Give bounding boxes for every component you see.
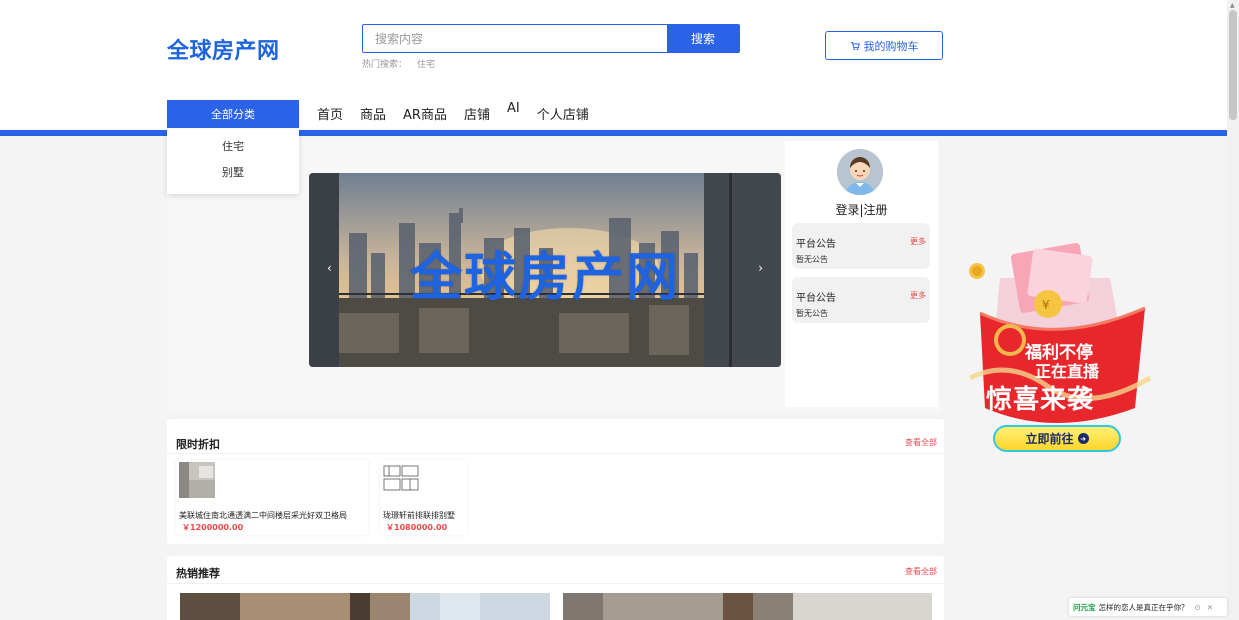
- svg-text:¥: ¥: [1042, 298, 1050, 312]
- nav-ar-products[interactable]: AR商品: [403, 104, 447, 123]
- category-dropdown: 住宅 别墅: [167, 129, 299, 194]
- chevron-left-icon[interactable]: ‹: [327, 261, 332, 275]
- ask-assistant-bar[interactable]: 问元宝 怎样的恋人是真正在乎你？ ⊙ ✕: [1069, 598, 1227, 616]
- notice-more-link[interactable]: 更多: [910, 290, 926, 301]
- chevron-right-icon[interactable]: ›: [758, 261, 763, 275]
- notice-title: 平台公告: [796, 293, 836, 304]
- nav-ai[interactable]: AI: [507, 101, 520, 120]
- close-icon[interactable]: ✕: [1207, 603, 1213, 612]
- view-all-link[interactable]: 查看全部: [905, 566, 937, 577]
- promo-red-envelope[interactable]: ¥ 福利不停 正在直播 惊喜来袭: [960, 238, 1160, 456]
- notice-empty-text: 暂无公告: [796, 255, 828, 264]
- search-button[interactable]: 搜索: [667, 25, 739, 52]
- nav-personal-shop[interactable]: 个人店铺: [537, 104, 589, 123]
- nav-products[interactable]: 商品: [360, 104, 386, 123]
- cart-button[interactable]: 我的购物车: [825, 31, 943, 60]
- page-scrollbar[interactable]: ▲: [1227, 0, 1239, 620]
- product-image[interactable]: [180, 593, 550, 620]
- notice-card: 平台公告 更多 暂无公告: [792, 277, 930, 323]
- main-nav: 首页 商品 AR商品 店铺 AI 个人店铺: [317, 101, 589, 123]
- banner-title: 全球房产网: [409, 248, 680, 308]
- product-card[interactable]: 美联城住南北通透满二中间楼层采光好双卫格局 ￥1200000.00: [176, 460, 368, 535]
- section-title: 限时折扣: [176, 438, 220, 451]
- product-name: 珑璟轩前排联排别墅: [383, 511, 455, 520]
- product-thumbnail: [179, 462, 215, 498]
- section-title: 热销推荐: [176, 567, 220, 580]
- notice-title: 平台公告: [796, 239, 836, 250]
- product-price: ￥1200000.00: [182, 523, 244, 532]
- search-bar: 搜索: [362, 24, 740, 53]
- hot-recommend-section: 热销推荐 查看全部: [167, 556, 944, 620]
- nav-shops[interactable]: 店铺: [464, 104, 490, 123]
- product-name: 美联城住南北通透满二中间楼层采光好双卫格局: [179, 511, 347, 520]
- cart-label: 我的购物车: [863, 39, 919, 53]
- nav-home[interactable]: 首页: [317, 104, 343, 123]
- section-divider: [167, 583, 944, 584]
- promo-button-label: 立即前往: [1025, 432, 1074, 446]
- arrow-right-icon: ➜: [1077, 433, 1089, 444]
- view-all-link[interactable]: 查看全部: [905, 437, 937, 448]
- cart-icon: [850, 41, 860, 50]
- category-item-villa[interactable]: 别墅: [167, 166, 299, 192]
- settings-icon[interactable]: ⊙: [1195, 603, 1201, 612]
- notice-more-link[interactable]: 更多: [910, 236, 926, 247]
- site-header: 全球房产网 搜索 热门搜索： 住宅 我的购物车 全部分类 首页 商品 AR商品 店…: [0, 0, 1227, 130]
- all-categories-button[interactable]: 全部分类: [167, 100, 299, 128]
- notice-card: 平台公告 更多 暂无公告: [792, 223, 930, 269]
- search-input[interactable]: [363, 25, 667, 52]
- hot-search-term[interactable]: 住宅: [417, 60, 435, 70]
- product-card[interactable]: 珑璟轩前排联排别墅 ￥1080000.00: [380, 460, 467, 535]
- hero-banner[interactable]: 全球房产网 ‹ ›: [309, 173, 781, 367]
- user-panel: 登录|注册 平台公告 更多 暂无公告 平台公告 更多 暂无公告: [785, 141, 938, 407]
- category-item-residential[interactable]: 住宅: [167, 140, 299, 166]
- product-price: ￥1080000.00: [386, 523, 448, 532]
- hot-search: 热门搜索： 住宅: [362, 57, 435, 70]
- site-logo[interactable]: 全球房产网: [167, 33, 280, 65]
- notice-empty-text: 暂无公告: [796, 309, 828, 318]
- promo-line-3: 惊喜来袭: [986, 385, 1095, 415]
- product-image[interactable]: [563, 593, 932, 620]
- scroll-up-icon[interactable]: ▲: [1230, 2, 1235, 9]
- login-register-link[interactable]: 登录|注册: [785, 201, 938, 218]
- section-divider: [167, 453, 944, 454]
- promo-go-button[interactable]: 立即前往 ➜: [993, 425, 1121, 452]
- product-thumbnail: [383, 465, 419, 491]
- assistant-brand: 问元宝: [1073, 602, 1096, 612]
- scrollbar-thumb[interactable]: [1229, 10, 1237, 120]
- avatar[interactable]: [837, 149, 883, 195]
- hot-search-label: 热门搜索：: [362, 60, 408, 70]
- flash-sale-section: 限时折扣 查看全部 美联城住南北通透满二中间楼层采光好双卫格局 ￥1200000…: [167, 419, 944, 544]
- assistant-message: 怎样的恋人是真正在乎你？: [1098, 602, 1189, 612]
